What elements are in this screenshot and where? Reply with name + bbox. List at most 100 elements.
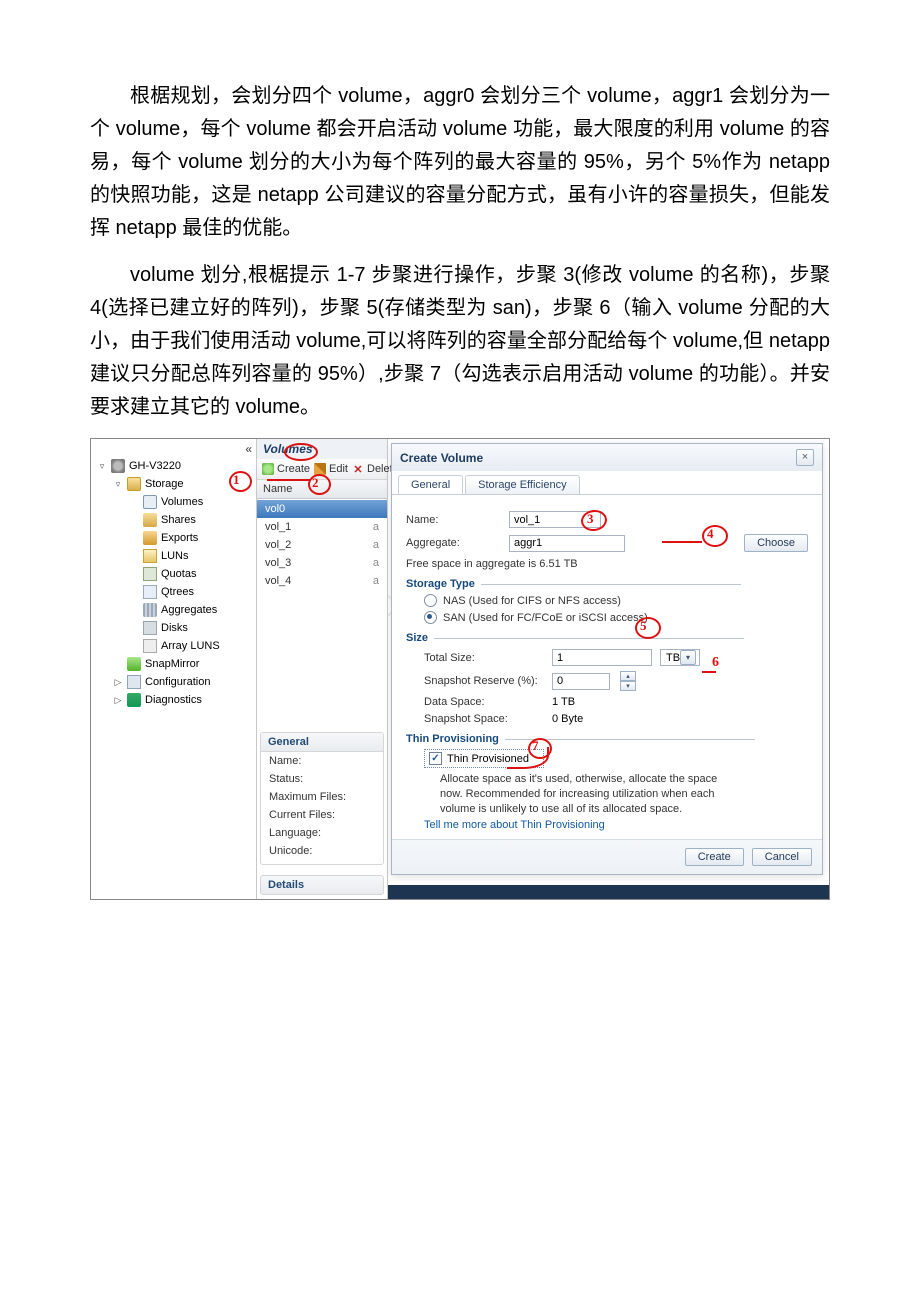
lbl-aggregate: Aggregate:: [406, 537, 501, 549]
tree-snapmirror[interactable]: SnapMirror: [113, 655, 252, 673]
volumes-title: Volumes: [257, 439, 387, 459]
radio-nas[interactable]: NAS (Used for CIFS or NFS access): [424, 594, 808, 607]
lbl-snapshot-reserve: Snapshot Reserve (%):: [424, 675, 544, 687]
expand-icon[interactable]: ▿: [97, 461, 107, 472]
tree-exports[interactable]: Exports: [129, 529, 252, 547]
tree-label: Configuration: [145, 676, 210, 688]
thin-hint: Allocate space as it's used, otherwise, …: [440, 772, 740, 817]
general-unicode: Unicode:: [261, 842, 383, 860]
chevron-up-icon: ▴: [620, 671, 636, 681]
tree-shares[interactable]: Shares: [129, 511, 252, 529]
volumes-list-panel: Volumes Create Edit ✕Delet Name vol0 vol…: [257, 439, 388, 899]
unit-label: TB: [666, 652, 680, 664]
general-name: Name:: [261, 752, 383, 770]
qtrees-icon: [143, 585, 157, 599]
tree-label: Shares: [161, 514, 196, 526]
btn-label: Edit: [329, 463, 348, 475]
nav-tree-panel: « ▿GH-V3220 ▿Storage Volumes Shares Expo…: [91, 439, 257, 899]
general-status: Status:: [261, 770, 383, 788]
aggregate-input[interactable]: [509, 535, 625, 552]
create-submit-button[interactable]: Create: [685, 848, 744, 866]
tree-label: SnapMirror: [145, 658, 199, 670]
expand-icon[interactable]: ▷: [113, 677, 123, 688]
tree-root[interactable]: ▿ GH-V3220: [97, 457, 252, 475]
tree-aggregates[interactable]: Aggregates: [129, 601, 252, 619]
checkbox-icon: ✓: [429, 752, 442, 765]
btn-label: Delet: [367, 463, 393, 475]
annotation-circle-2a: [284, 443, 318, 461]
controller-icon: [111, 459, 125, 473]
general-header: General: [261, 733, 383, 752]
diagnostics-icon: [127, 693, 141, 707]
paragraph-1: 根椐规划，会划分四个 volume，aggr0 会划分三个 volume，agg…: [90, 80, 830, 245]
screenshot-container: www.bdocx.com « ▿GH-V3220 ▿Storage Volum…: [90, 438, 830, 900]
details-header[interactable]: Details: [260, 875, 384, 895]
val-data-space: 1 TB: [552, 696, 575, 708]
snapshot-reserve-input[interactable]: [552, 673, 610, 690]
tree-configuration[interactable]: ▷ Configuration: [113, 673, 252, 691]
create-button[interactable]: Create: [262, 463, 310, 475]
annotation-circle-1: [229, 471, 252, 492]
list-item[interactable]: vol0: [257, 500, 387, 518]
tab-general[interactable]: General: [398, 475, 463, 494]
tab-storage-efficiency[interactable]: Storage Efficiency: [465, 475, 579, 494]
lbl-data-space: Data Space:: [424, 696, 544, 708]
list-item[interactable]: vol_2a: [257, 536, 387, 554]
annotation-underline-4: [662, 541, 702, 543]
tree-volumes[interactable]: Volumes: [129, 493, 252, 511]
tree-qtrees[interactable]: Qtrees: [129, 583, 252, 601]
lbl-snapshot-space: Snapshot Space:: [424, 713, 544, 725]
radio-icon: [424, 594, 437, 607]
close-button[interactable]: ×: [796, 449, 814, 466]
tree-quotas[interactable]: Quotas: [129, 565, 252, 583]
create-volume-dialog: Create Volume × General Storage Efficien…: [391, 443, 823, 875]
dialog-title: Create Volume: [400, 451, 483, 465]
choose-button[interactable]: Choose: [744, 534, 808, 552]
delete-button[interactable]: ✕Delet: [352, 463, 393, 475]
annotation-circle-5: [635, 617, 661, 639]
list-item[interactable]: vol_3a: [257, 554, 387, 572]
cancel-button[interactable]: Cancel: [752, 848, 812, 866]
radio-san[interactable]: SAN (Used for FC/FCoE or iSCSI access): [424, 611, 808, 624]
chevron-down-icon: ▾: [680, 650, 696, 665]
annotation-circle-7: [528, 738, 552, 759]
tree-diagnostics[interactable]: ▷ Diagnostics: [113, 691, 252, 709]
total-size-input[interactable]: [552, 649, 652, 666]
snapmirror-icon: [127, 657, 141, 671]
tree-label: GH-V3220: [129, 460, 181, 472]
arrayluns-icon: [143, 639, 157, 653]
delete-icon: ✕: [352, 463, 364, 475]
tree-label: LUNs: [161, 550, 189, 562]
learn-more-link[interactable]: Tell me more about Thin Provisioning: [424, 819, 808, 831]
annotation-underline-2: [267, 479, 311, 481]
general-panel: General Name: Status: Maximum Files: Cur…: [260, 732, 384, 865]
config-icon: [127, 675, 141, 689]
radio-label: NAS (Used for CIFS or NFS access): [443, 595, 621, 607]
lbl-total-size: Total Size:: [424, 652, 544, 664]
list-item[interactable]: vol_1a: [257, 518, 387, 536]
section-storage-type: Storage Type: [406, 578, 808, 590]
aggregates-icon: [143, 603, 157, 617]
btn-label: Create: [277, 463, 310, 475]
luns-icon: [143, 549, 157, 563]
disks-icon: [143, 621, 157, 635]
spinner[interactable]: ▴▾: [620, 671, 636, 691]
general-maxfiles: Maximum Files:: [261, 788, 383, 806]
tree-label: Diagnostics: [145, 694, 202, 706]
exports-icon: [143, 531, 157, 545]
tree-luns[interactable]: LUNs: [129, 547, 252, 565]
unit-select[interactable]: TB▾: [660, 649, 700, 666]
tree-label: Qtrees: [161, 586, 194, 598]
tree-label: Disks: [161, 622, 188, 634]
quotas-icon: [143, 567, 157, 581]
shares-icon: [143, 513, 157, 527]
tree-arrayluns[interactable]: Array LUNS: [129, 637, 252, 655]
list-item[interactable]: vol_4a: [257, 572, 387, 590]
tree-label: Volumes: [161, 496, 203, 508]
radio-label: SAN (Used for FC/FCoE or iSCSI access): [443, 612, 648, 624]
expand-icon[interactable]: ▿: [113, 479, 123, 490]
expand-icon[interactable]: ▷: [113, 695, 123, 706]
collapse-icon[interactable]: «: [245, 442, 252, 456]
tree-label: Exports: [161, 532, 198, 544]
tree-disks[interactable]: Disks: [129, 619, 252, 637]
